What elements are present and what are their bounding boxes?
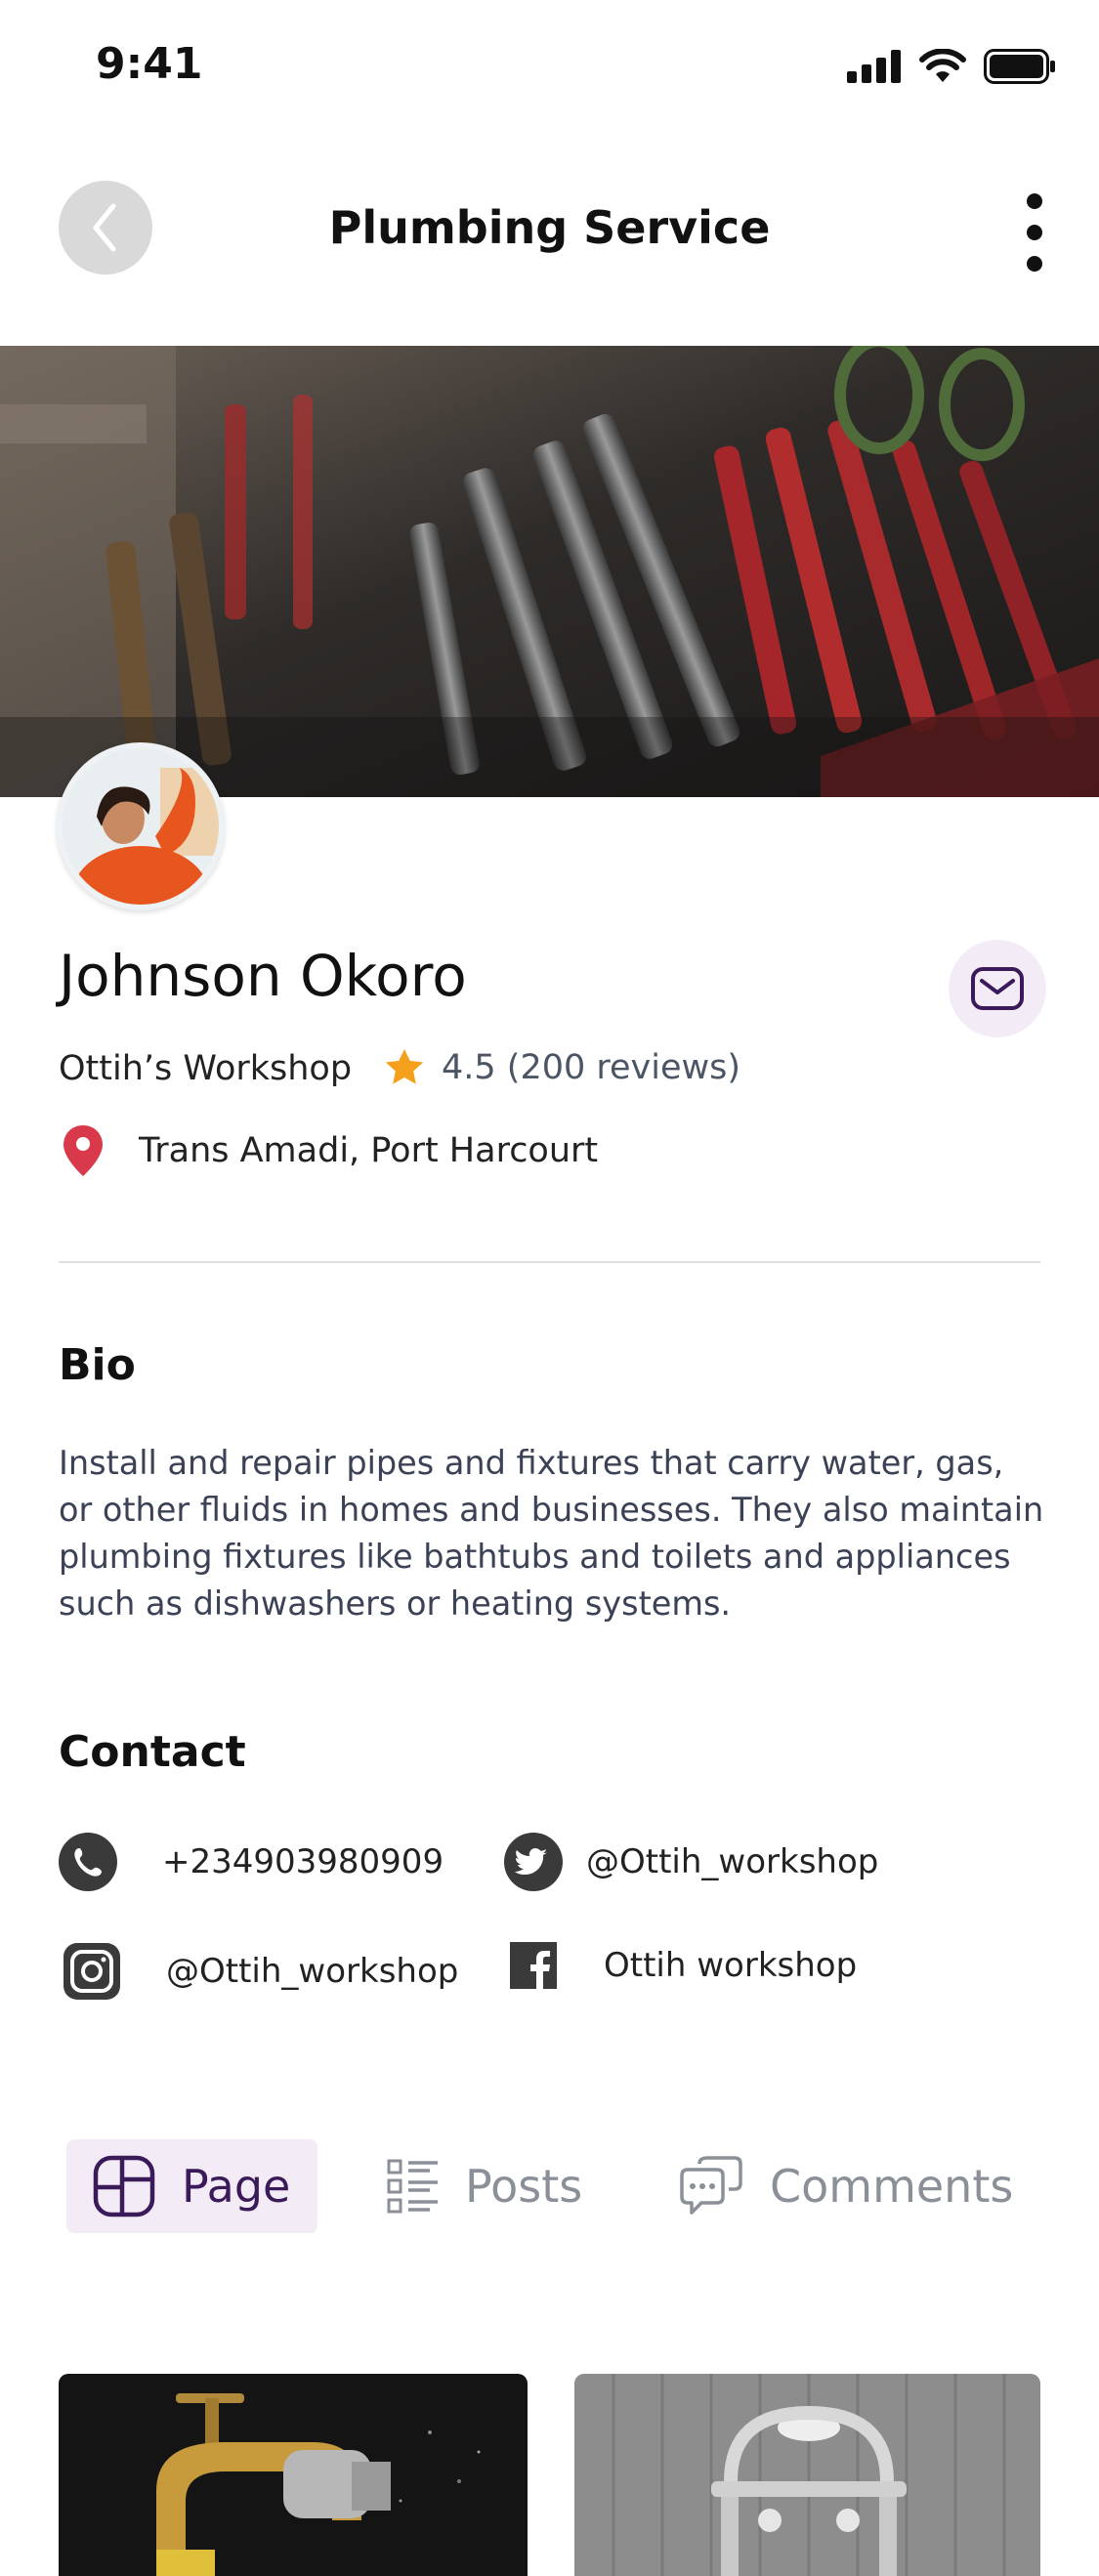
location-pin-icon [63,1125,103,1176]
more-options-button[interactable] [1015,193,1054,272]
battery-icon [984,49,1055,84]
phone-number: +234903980909 [162,1842,444,1881]
post-thumbnail[interactable] [574,2374,1040,2576]
star-icon [385,1048,424,1084]
more-dot-icon [1027,256,1042,272]
location-text: Trans Amadi, Port Harcourt [139,1131,599,1170]
tab-comments-label: Comments [770,2160,1014,2213]
contact-phone[interactable]: +234903980909 [57,1831,444,1893]
location: Trans Amadi, Port Harcourt [61,1123,598,1178]
rating[interactable]: 4.5 (200 reviews) [383,1047,740,1088]
profile-name: Johnson Okoro [59,943,467,1009]
more-dot-icon [1027,193,1042,209]
faucet-photo [59,2374,528,2576]
tap-fixture-photo [574,2374,1040,2576]
tab-posts-label: Posts [465,2160,583,2213]
mail-icon [971,967,1024,1010]
contact-twitter[interactable]: @Ottih_workshop [502,1831,878,1893]
instagram-icon [61,1940,123,2003]
tab-comments[interactable]: Comments [678,2139,1013,2233]
page-title: Plumbing Service [328,201,771,254]
app-header: Plumbing Service [0,137,1099,346]
whatsapp-icon [57,1831,119,1893]
page-layout-icon [93,2155,155,2217]
tab-posts[interactable]: Posts [387,2139,582,2233]
contact-facebook[interactable]: Ottih workshop [502,1934,857,1997]
avatar[interactable] [57,742,225,910]
message-button[interactable] [949,940,1046,1037]
twitter-handle: @Ottih_workshop [586,1842,879,1881]
profile-photo [63,748,219,905]
contact-heading: Contact [59,1727,246,1777]
plumbing-service-screen: 9:41 Plumbing Service Johnson Okoro Otti… [0,0,1099,2576]
instagram-handle: @Ottih_workshop [166,1952,459,1991]
tools-photo [0,346,1099,797]
rating-text: 4.5 (200 reviews) [442,1048,741,1087]
tab-page[interactable]: Page [66,2139,318,2233]
bio-heading: Bio [59,1340,136,1390]
cellular-signal-icon [847,50,901,83]
cover-image [0,346,1099,797]
facebook-icon [502,1934,565,1997]
status-bar: 9:41 [0,0,1099,137]
wifi-icon [919,49,966,82]
twitter-icon [502,1831,565,1893]
contact-instagram[interactable]: @Ottih_workshop [61,1940,458,2003]
workshop-name: Ottih’s Workshop [59,1049,353,1088]
facebook-page: Ottih workshop [604,1946,858,1985]
status-icons [847,49,1056,84]
divider [59,1261,1040,1263]
bio-text: Install and repair pipes and fixtures th… [59,1444,1044,1623]
chat-bubbles-icon [680,2156,742,2215]
more-dot-icon [1027,225,1042,240]
tab-page-label: Page [182,2160,291,2213]
list-icon [387,2159,438,2214]
status-time: 9:41 [96,39,203,89]
post-thumbnail[interactable] [59,2374,528,2576]
